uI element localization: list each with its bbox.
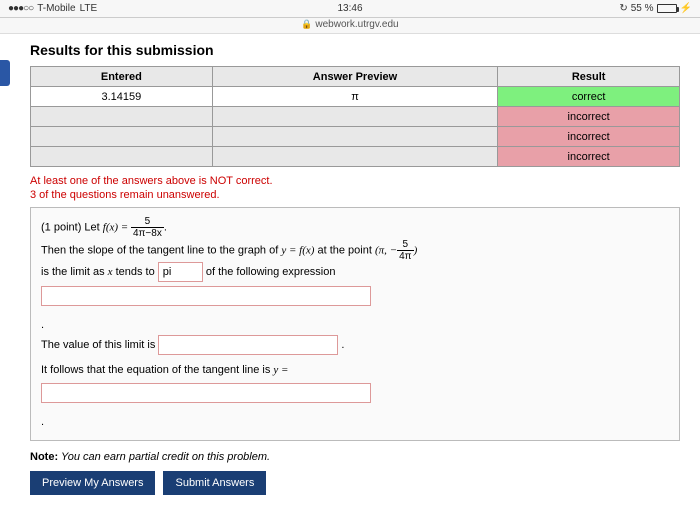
preview-answers-button[interactable]: Preview My Answers (30, 471, 155, 495)
col-preview: Answer Preview (212, 67, 498, 87)
lock-icon: 🔒 (301, 19, 312, 29)
note-text: You can earn partial credit on this prob… (58, 451, 270, 463)
browser-url-bar[interactable]: 🔒 webwork.utrgv.edu (0, 18, 700, 34)
math-point: (π, − (375, 244, 397, 256)
limit-point-input[interactable] (158, 262, 203, 282)
cell-entered (31, 147, 213, 167)
math-fraction: 54π−8x (131, 216, 164, 239)
text-line3b: tends to (116, 266, 158, 278)
math-fx: f(x) = (103, 221, 131, 233)
expression-input[interactable] (41, 286, 371, 306)
cell-result: correct (498, 87, 680, 107)
text-line2b: at the point (317, 244, 375, 256)
cell-preview: π (212, 87, 498, 107)
table-row: incorrect (31, 147, 680, 167)
results-table: Entered Answer Preview Result 3.14159 π … (30, 66, 680, 167)
points-label: (1 point) Let (41, 221, 103, 233)
cell-entered: 3.14159 (31, 87, 213, 107)
table-row: 3.14159 π correct (31, 87, 680, 107)
limit-value-input[interactable] (158, 335, 338, 355)
cell-entered (31, 107, 213, 127)
carrier-label: T-Mobile (37, 3, 75, 14)
text-line3a: is the limit as (41, 266, 108, 278)
ios-status-bar: ●●●○○ T-Mobile LTE 13:46 ↻ 55 % ⚡ (0, 0, 700, 18)
submit-answers-button[interactable]: Submit Answers (163, 471, 266, 495)
cell-preview (212, 127, 498, 147)
tangent-line-input[interactable] (41, 383, 371, 403)
text-line4: The value of this limit is (41, 339, 158, 351)
cell-result: incorrect (498, 127, 680, 147)
error-message-1: At least one of the answers above is NOT… (30, 175, 680, 187)
text-line3c: of the following expression (206, 266, 336, 278)
note-label: Note: (30, 451, 58, 463)
cell-result: incorrect (498, 107, 680, 127)
text-line2a: Then the slope of the tangent line to th… (41, 244, 281, 256)
partial-credit-note: Note: You can earn partial credit on thi… (30, 451, 680, 463)
problem-statement: (1 point) Let f(x) = 54π−8x. Then the sl… (30, 207, 680, 441)
signal-dots: ●●●○○ (8, 3, 33, 14)
battery-percent: 55 % (631, 3, 654, 14)
cell-entered (31, 127, 213, 147)
col-entered: Entered (31, 67, 213, 87)
cell-result: incorrect (498, 147, 680, 167)
battery-icon (657, 4, 677, 13)
math-frac2: 54π (397, 239, 413, 262)
math-yfx: y = f(x) (281, 244, 314, 256)
refresh-icon: ↻ (619, 3, 627, 14)
text-line5: It follows that the equation of the tang… (41, 364, 273, 376)
error-message-2: 3 of the questions remain unanswered. (30, 189, 680, 201)
cell-preview (212, 147, 498, 167)
url-text: webwork.utrgv.edu (315, 19, 398, 30)
network-label: LTE (80, 3, 98, 14)
math-yeq: y = (273, 364, 288, 376)
charging-icon: ⚡ (680, 3, 692, 14)
table-row: incorrect (31, 107, 680, 127)
results-heading: Results for this submission (30, 42, 680, 58)
col-result: Result (498, 67, 680, 87)
math-x: x (108, 266, 113, 278)
clock-label: 13:46 (208, 3, 492, 14)
cell-preview (212, 107, 498, 127)
table-row: incorrect (31, 127, 680, 147)
